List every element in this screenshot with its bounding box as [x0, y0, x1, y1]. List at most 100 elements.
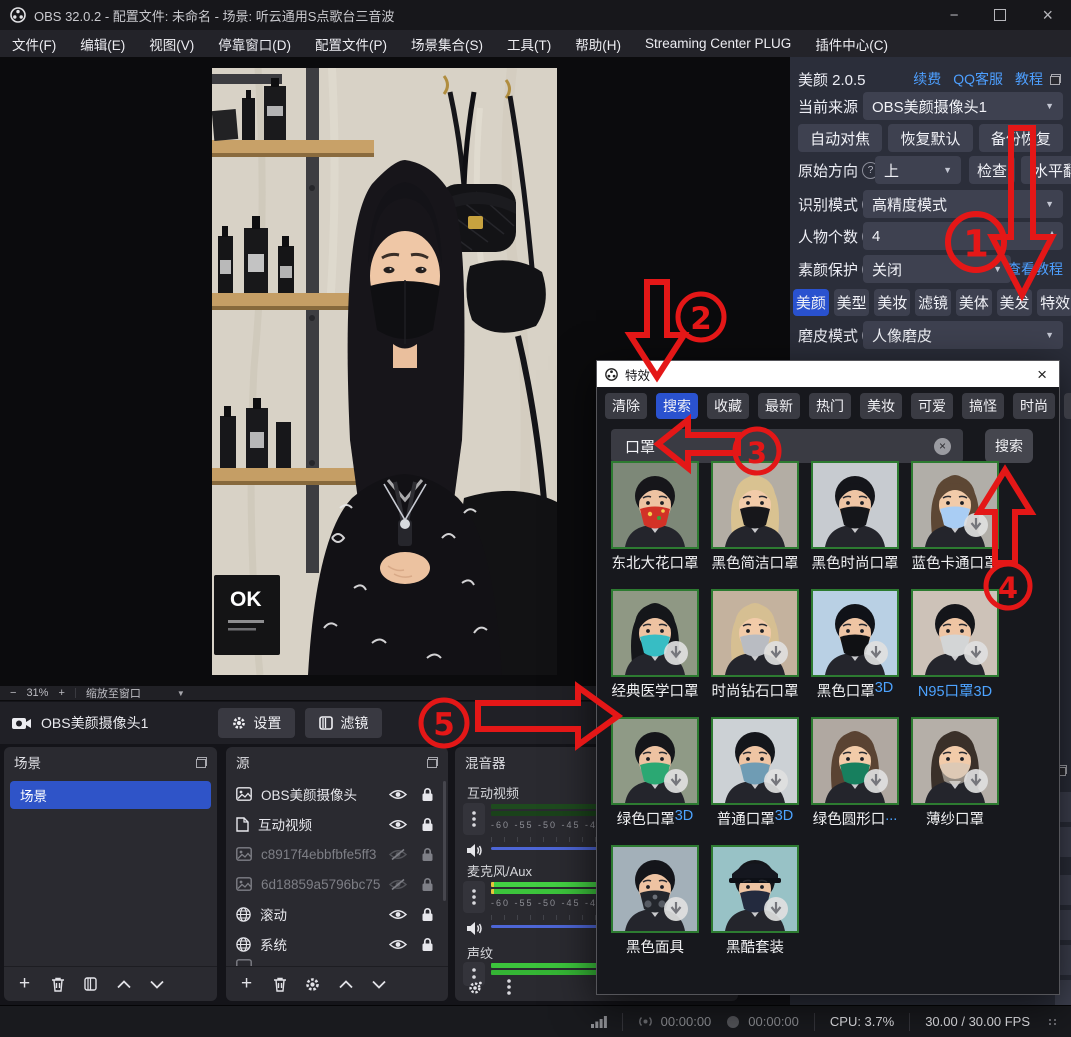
move-scene-down-button[interactable] — [148, 976, 165, 993]
current-source-select[interactable]: OBS美颜摄像头1 ▼ — [863, 92, 1063, 120]
view-tutorial-link[interactable]: 查看教程 — [1007, 259, 1063, 279]
detect-mode-select[interactable]: 高精度模式 ▼ — [863, 190, 1063, 218]
settings-button[interactable]: 设置 — [218, 708, 295, 738]
mute-toggle-icon[interactable] — [463, 917, 485, 939]
effect-thumbnail[interactable] — [711, 845, 799, 933]
effect-thumbnail[interactable] — [611, 461, 699, 549]
effects-category-tab[interactable]: 搞怪 — [962, 393, 1004, 419]
source-row[interactable]: OBS美颜摄像头 — [226, 779, 444, 809]
effect-thumbnail[interactable] — [611, 589, 699, 677]
effects-category-tab[interactable]: 搜索 — [656, 393, 698, 419]
minimize-button[interactable]: − — [950, 8, 959, 23]
channel-menu-button[interactable] — [463, 881, 485, 913]
menu-item[interactable]: 工具(T) — [507, 34, 551, 54]
zoom-dropdown-caret-icon[interactable]: ▼ — [177, 689, 185, 698]
makeup-protect-select[interactable]: 关闭 ▼ — [863, 255, 1011, 283]
effects-category-tab[interactable]: 最新 — [758, 393, 800, 419]
popout-icon[interactable] — [427, 757, 438, 768]
zoom-in-button[interactable]: + — [58, 687, 64, 699]
lock-icon[interactable] — [421, 847, 434, 862]
source-properties-button[interactable] — [304, 976, 321, 993]
visibility-toggle-icon[interactable] — [389, 848, 407, 861]
scene-item[interactable]: 场景 — [10, 781, 211, 809]
add-scene-button[interactable]: + — [16, 976, 33, 993]
effects-category-tab[interactable]: 收藏 — [707, 393, 749, 419]
effect-thumbnail[interactable] — [711, 589, 799, 677]
effects-category-tab[interactable]: 清除 — [605, 393, 647, 419]
add-source-button[interactable]: + — [238, 976, 255, 993]
close-icon[interactable]: × — [1033, 366, 1051, 383]
visibility-toggle-icon[interactable] — [389, 788, 407, 801]
orientation-select[interactable]: 上 ▼ — [875, 156, 961, 184]
menu-item[interactable]: 文件(F) — [12, 34, 56, 54]
lock-icon[interactable] — [421, 787, 434, 802]
menu-item[interactable]: 停靠窗口(D) — [218, 34, 291, 54]
person-count-stepper[interactable]: 4 ▴▾ — [863, 222, 1063, 250]
effect-thumbnail[interactable] — [811, 717, 899, 805]
popout-icon[interactable] — [1050, 74, 1061, 85]
skin-smooth-select[interactable]: 人像磨皮 ▼ — [863, 321, 1063, 349]
menu-item[interactable]: 配置文件(P) — [315, 34, 387, 54]
effects-category-tab[interactable]: 美妆 — [860, 393, 902, 419]
menu-item[interactable]: 帮助(H) — [575, 34, 621, 54]
visibility-toggle-icon[interactable] — [389, 938, 407, 951]
beauty-tab[interactable]: 特效 — [1037, 289, 1071, 316]
beauty-tab[interactable]: 美发 — [997, 289, 1033, 316]
menu-item[interactable]: 编辑(E) — [80, 34, 125, 54]
zoom-out-button[interactable]: − — [10, 687, 16, 699]
resize-grip[interactable] — [1049, 1019, 1057, 1025]
stepper-arrows-icon[interactable]: ▴▾ — [1050, 229, 1054, 243]
effects-category-tab[interactable]: 热门 — [809, 393, 851, 419]
beauty-action-button[interactable]: 恢复默认 — [888, 124, 972, 152]
beauty-tab[interactable]: 美型 — [834, 289, 870, 316]
fit-to-window[interactable]: 缩放至窗口 — [86, 685, 141, 701]
popout-icon[interactable] — [196, 757, 207, 768]
plugin-header-link[interactable]: 教程 — [1015, 69, 1043, 89]
visibility-toggle-icon[interactable] — [389, 908, 407, 921]
visibility-toggle-icon[interactable] — [389, 818, 407, 831]
effect-thumbnail[interactable] — [811, 461, 899, 549]
effect-thumbnail[interactable] — [811, 589, 899, 677]
effect-thumbnail[interactable] — [911, 717, 999, 805]
effect-thumbnail[interactable] — [711, 461, 799, 549]
maximize-button[interactable] — [994, 9, 1006, 21]
effect-thumbnail[interactable] — [611, 845, 699, 933]
menu-item[interactable]: 场景集合(S) — [411, 34, 483, 54]
lock-icon[interactable] — [421, 937, 434, 952]
effects-category-tab[interactable]: 二次元 — [1064, 393, 1071, 419]
beauty-tab[interactable]: 滤镜 — [915, 289, 951, 316]
move-source-up-button[interactable] — [337, 976, 354, 993]
remove-source-button[interactable] — [271, 976, 288, 993]
source-row[interactable]: c8917f4ebbfbfe5ff3 — [226, 839, 444, 869]
source-row[interactable]: 系统 — [226, 929, 444, 959]
menu-item[interactable]: 插件中心(C) — [815, 34, 888, 54]
plugin-header-link[interactable]: QQ客服 — [953, 69, 1003, 89]
scene-filters-button[interactable] — [82, 976, 99, 993]
beauty-action-button[interactable]: 自动对焦 — [798, 124, 882, 152]
search-button[interactable]: 搜索 — [985, 429, 1033, 463]
menu-item[interactable]: Streaming Center PLUG — [645, 36, 791, 51]
beauty-tab[interactable]: 美体 — [956, 289, 992, 316]
source-row[interactable]: 6d18859a5796bc75 — [226, 869, 444, 899]
beauty-tab[interactable]: 美颜 — [793, 289, 829, 316]
sources-scrollbar[interactable] — [443, 781, 446, 901]
advanced-audio-button[interactable] — [467, 979, 484, 996]
channel-menu-button[interactable] — [463, 803, 485, 835]
source-row[interactable]: 滚动 — [226, 899, 444, 929]
effect-thumbnail[interactable] — [711, 717, 799, 805]
clear-search-icon[interactable]: × — [934, 438, 951, 455]
move-source-down-button[interactable] — [370, 976, 387, 993]
lock-icon[interactable] — [421, 877, 434, 892]
effects-category-tab[interactable]: 可爱 — [911, 393, 953, 419]
move-scene-up-button[interactable] — [115, 976, 132, 993]
beauty-tab[interactable]: 美妆 — [874, 289, 910, 316]
plugin-header-link[interactable]: 续费 — [913, 69, 941, 89]
visibility-toggle-icon[interactable] — [389, 878, 407, 891]
beauty-action-button[interactable]: 备份恢复 — [979, 124, 1063, 152]
lock-icon[interactable] — [421, 817, 434, 832]
horizontal-flip-button[interactable]: 水平翻转 — [1021, 156, 1071, 184]
check-button[interactable]: 检查 — [969, 156, 1015, 184]
effects-category-tab[interactable]: 时尚 — [1013, 393, 1055, 419]
mute-toggle-icon[interactable] — [463, 839, 485, 861]
mixer-menu-button[interactable] — [500, 979, 517, 996]
